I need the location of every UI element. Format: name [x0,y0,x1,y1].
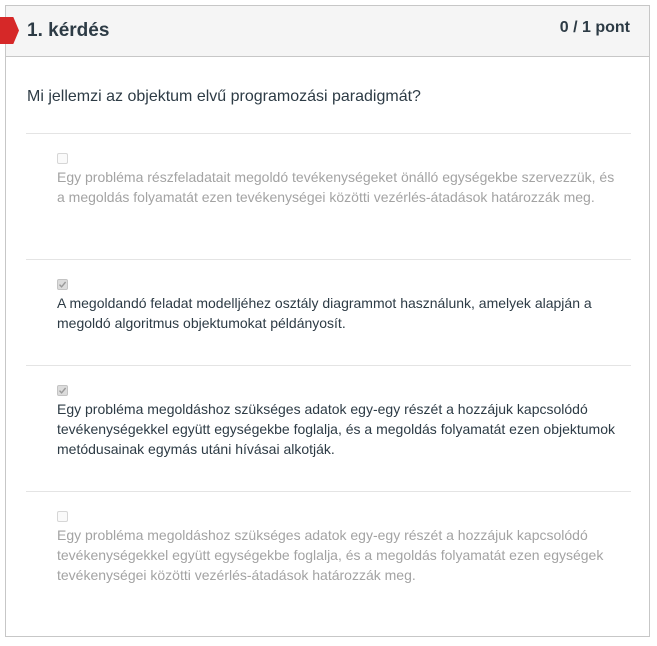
answer-list: Egy probléma részfeladatait megoldó tevé… [26,133,631,601]
question-points: 0 / 1 pont [559,19,630,36]
quiz-question-card: 1. kérdés 0 / 1 pont Mi jellemzi az obje… [0,5,650,637]
incorrect-answer-flag-icon [0,17,19,44]
answer-text: A megoldandó feladat modelljéhez osztály… [57,295,592,331]
answer-text: Egy probléma megoldáshoz szükséges adato… [57,527,604,583]
answer-checkbox[interactable] [57,279,68,290]
answer-option: Egy probléma megoldáshoz szükséges adato… [26,491,631,601]
answer-option: A megoldandó feladat modelljéhez osztály… [26,259,631,365]
answer-checkbox[interactable] [57,153,68,164]
answer-checkbox[interactable] [57,385,68,396]
question-title: 1. kérdés [27,20,110,41]
answer-checkbox[interactable] [57,511,68,522]
answer-text: Egy probléma megoldáshoz szükséges adato… [57,401,616,457]
answer-option: Egy probléma részfeladatait megoldó tevé… [26,133,631,259]
checkmark-icon [58,387,67,394]
question-header: 1. kérdés 0 / 1 pont [0,6,649,57]
question-text: Mi jellemzi az objektum elvű programozás… [27,88,421,105]
answer-text: Egy probléma részfeladatait megoldó tevé… [57,169,615,205]
answer-option: Egy probléma megoldáshoz szükséges adato… [26,365,631,491]
checkmark-icon [58,281,67,288]
